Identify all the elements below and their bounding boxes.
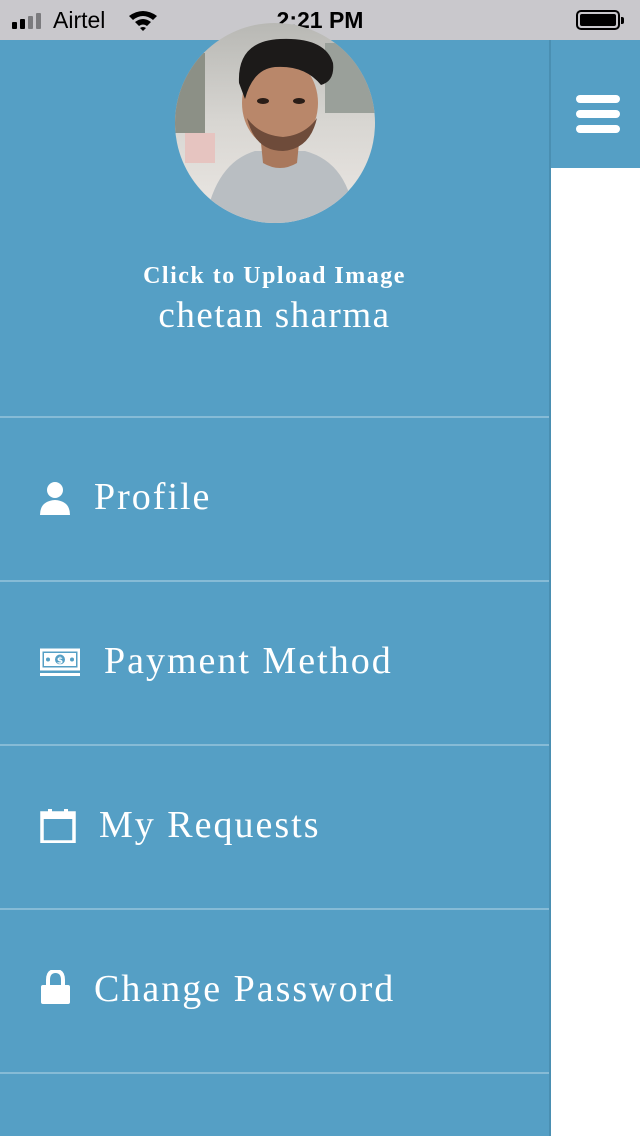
battery-icon — [576, 10, 624, 30]
upload-image-link[interactable]: Click to Upload Image — [0, 262, 549, 290]
side-drawer: Click to Upload Image chetan sharma Prof… — [0, 23, 549, 1136]
menu-label-payment-method: Payment Method — [104, 640, 393, 682]
user-name: chetan sharma — [158, 295, 391, 336]
profile-avatar[interactable] — [175, 23, 375, 223]
drawer-divider — [549, 40, 551, 1136]
money-icon: $ — [40, 648, 80, 676]
menu-item-change-password[interactable]: Change Password — [0, 908, 549, 1074]
lock-icon — [41, 970, 70, 1004]
menu-label-my-requests: My Requests — [99, 804, 321, 846]
status-time: 2:21 PM — [276, 7, 364, 33]
user-icon — [40, 482, 70, 515]
avatar-photo — [175, 23, 375, 223]
svg-text:$: $ — [57, 657, 63, 667]
menu-label-profile: Profile — [94, 476, 212, 518]
calendar-icon — [40, 809, 76, 843]
menu-item-payment-method[interactable]: $ Payment Method — [0, 580, 549, 744]
drawer-menu: Profile $ Payment Method My Requests Cha… — [0, 416, 549, 1074]
hamburger-menu-button[interactable] — [551, 40, 640, 168]
menu-item-profile[interactable]: Profile — [0, 416, 549, 580]
menu-item-my-requests[interactable]: My Requests — [0, 744, 549, 908]
menu-label-change-password: Change Password — [94, 968, 396, 1010]
